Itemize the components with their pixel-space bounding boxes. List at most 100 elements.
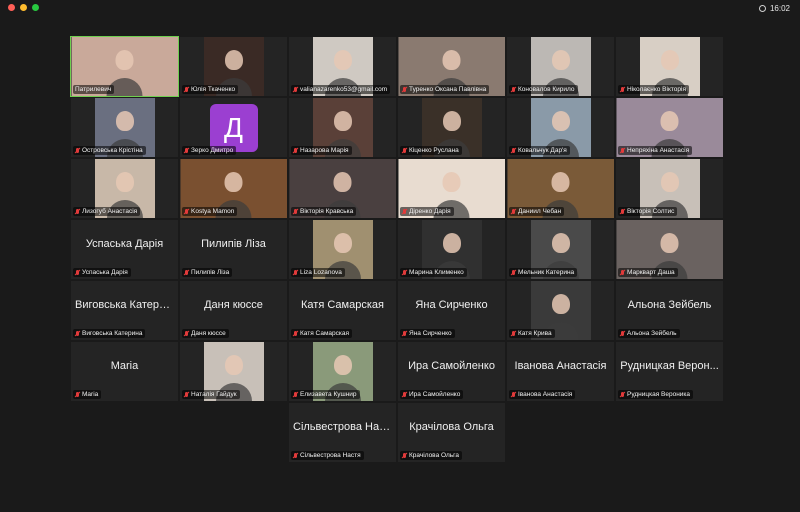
participant-name-label: Даня кюссе [182,329,229,338]
participant-tile[interactable]: Юлія Ткаченко [179,36,288,97]
participant-tile[interactable]: Діренко Дарія [397,158,506,219]
participant-tile[interactable]: Мельник Катерина [506,219,615,280]
participant-name: Сільвестрова Настя [300,452,361,459]
participant-tile[interactable]: Елизавета Кушнир [288,341,397,402]
participant-tile[interactable]: Maria Maria [70,341,179,402]
mic-muted-icon [402,269,407,276]
participant-name-label: Вікторія Кравська [291,207,357,216]
participant-name: Даня кюссе [191,330,226,337]
participant-tile[interactable]: Альона Зейбель Альона Зейбель [615,280,724,341]
participant-name: Ира Самойленко [409,391,461,398]
participant-name-label: Maria [73,390,102,399]
participant-display-name: Іванова Анастасія [514,360,607,372]
participant-tile[interactable]: Крачілова Ольга Крачілова Ольга [397,402,506,463]
participant-name: Ковальчук Дар'я [518,147,567,154]
participant-name: Діренко Дарія [409,208,451,215]
participant-tile[interactable]: Наталія Гайдук [179,341,288,402]
mic-muted-icon [620,86,625,93]
participant-tile[interactable]: Непряхіна Анастасія [615,97,724,158]
participant-name-label: Кіценко Руслана [400,146,462,155]
participant-tile[interactable]: Ира Самойленко Ира Самойленко [397,341,506,402]
mic-muted-icon [511,330,516,337]
participant-tile[interactable]: Даня кюссе Даня кюссе [179,280,288,341]
mic-muted-icon [293,269,298,276]
participant-name: Рудницкая Вероника [627,391,691,398]
participant-name-label: Елизавета Кушнир [291,390,360,399]
mic-muted-icon [511,208,516,215]
mic-muted-icon [511,147,516,154]
mic-muted-icon [402,208,407,215]
participant-tile[interactable]: Виговська Катери... Виговська Катерина [70,280,179,341]
mic-muted-icon [75,147,80,154]
participant-name: Вікторія Солтис [627,208,675,215]
participant-tile[interactable]: Маркварт Даша [615,219,724,280]
participant-name-label: Kostya Mamon [182,207,238,216]
participant-name: Лизогуб Анастасія [82,208,138,215]
participant-name-label: Вікторія Солтис [618,207,678,216]
maximize-window-button[interactable] [32,4,39,11]
participant-name-label: Іванова Анастасія [509,390,576,399]
participant-tile[interactable]: Назарова Марія [288,97,397,158]
participant-display-name: Виговська Катери... [75,299,175,311]
participant-tile[interactable]: valianazarenko53@gmail.com [288,36,397,97]
mic-muted-icon [620,269,625,276]
participant-tile[interactable]: Яна Сирченко Яна Сирченко [397,280,506,341]
participant-name-label: Ніколаєнко Вікторія [618,85,689,94]
participant-tile[interactable]: Пилипів Ліза Пилипів Ліза [179,219,288,280]
participant-tile[interactable]: Кіценко Руслана [397,97,506,158]
participant-name: Катя Крива [518,330,552,337]
participant-tile[interactable]: Liza Lozanova [288,219,397,280]
participant-name: Іванова Анастасія [518,391,573,398]
participant-tile[interactable]: Туренко Оксана Павлівна [397,36,506,97]
participant-tile[interactable]: Лизогуб Анастасія [70,158,179,219]
participant-name-label: valianazarenko53@gmail.com [291,85,391,94]
participant-tile[interactable]: Даниил Чебан [506,158,615,219]
participant-name-label: Катя Самарская [291,329,353,338]
participant-tile[interactable]: Вікторія Солтис [615,158,724,219]
participant-tile[interactable]: Д Зерко Дмитро [179,97,288,158]
mic-muted-icon [184,269,189,276]
participant-display-name: Даня кюссе [204,299,263,311]
participant-name: valianazarenko53@gmail.com [300,86,388,93]
participant-tile[interactable]: Сільвестрова Нас... Сільвестрова Настя [288,402,397,463]
mic-muted-icon [293,147,298,154]
participant-name: Марина Клименко [409,269,464,276]
participant-tile[interactable]: Ніколаєнко Вікторія [615,36,724,97]
mic-muted-icon [184,330,189,337]
meeting-info-badge[interactable]: 16:02 [758,3,790,14]
participant-name-label: Мельник Катерина [509,268,578,277]
shield-icon [758,5,766,12]
participant-display-name: Сільвестрова Нас... [293,421,394,433]
participant-tile[interactable]: Успаська Дарія Успаська Дарія [70,219,179,280]
participant-tile[interactable]: Іванова Анастасія Іванова Анастасія [506,341,615,402]
participant-display-name: Крачілова Ольга [409,421,494,433]
participant-tile[interactable]: Островська Крістіна [70,97,179,158]
participant-name-label: Пилипів Ліза [182,268,233,277]
participant-tile[interactable]: Катя Крива [506,280,615,341]
mic-muted-icon [75,269,80,276]
participant-tile[interactable]: Kostya Mamon [179,158,288,219]
empty-slot [70,402,179,463]
participant-tile[interactable]: Марина Клименко [397,219,506,280]
participant-name-label: Зерко Дмитро [182,146,237,155]
participant-tile[interactable]: Вікторія Кравська [288,158,397,219]
participant-name: Коновалов Кирило [518,86,575,93]
mic-muted-icon [184,391,189,398]
participant-name-label: Непряхіна Анастасія [618,146,693,155]
participant-tile[interactable]: Рудницкая Верон... Рудницкая Вероника [615,341,724,402]
participant-name-label: Liza Lozanova [291,268,345,277]
participant-name-label: Катя Крива [509,329,555,338]
participant-tile[interactable]: Ковальчук Дар'я [506,97,615,158]
mic-muted-icon [402,330,407,337]
mic-muted-icon [402,86,407,93]
participant-display-name: Пилипів Ліза [201,238,266,250]
participant-tile[interactable]: Патрилевич [70,36,179,97]
participant-name: Елизавета Кушнир [300,391,357,398]
participant-tile[interactable]: Катя Самарская Катя Самарская [288,280,397,341]
participant-name: Kostya Mamon [191,208,235,215]
participant-name-label: Лизогуб Анастасія [73,207,141,216]
minimize-window-button[interactable] [20,4,27,11]
participant-tile[interactable]: Коновалов Кирило [506,36,615,97]
close-window-button[interactable] [8,4,15,11]
participant-display-name: Катя Самарская [301,299,384,311]
